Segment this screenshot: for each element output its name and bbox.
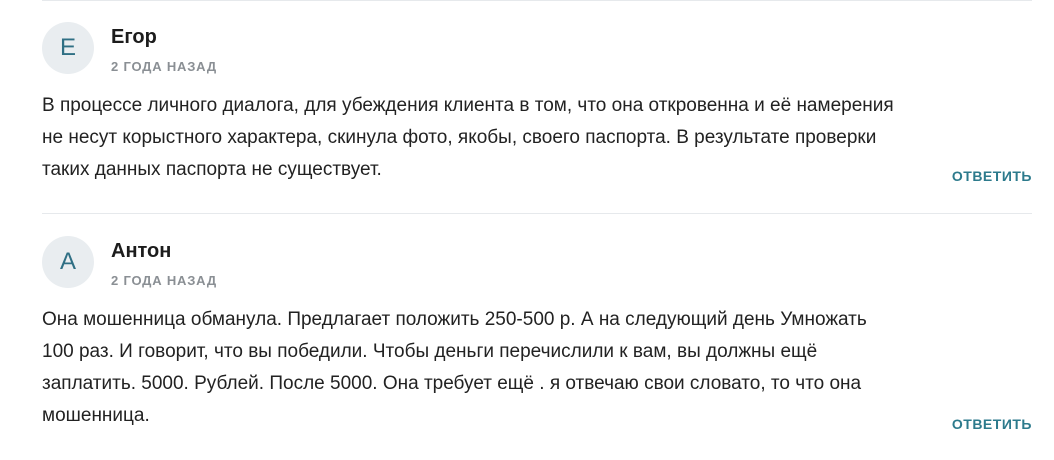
comment-author: Антон bbox=[111, 240, 172, 262]
avatar: Е bbox=[42, 22, 94, 74]
reply-button[interactable]: ОТВЕТИТЬ bbox=[952, 416, 1032, 432]
comment-author: Егор bbox=[111, 26, 157, 48]
avatar-letter: А bbox=[59, 248, 76, 275]
comment-divider bbox=[42, 213, 1032, 214]
reply-button[interactable]: ОТВЕТИТЬ bbox=[952, 168, 1032, 184]
top-divider bbox=[42, 0, 1032, 1]
avatar: А bbox=[42, 236, 94, 288]
comment-text: Она мошенница обманула. Предлагает полож… bbox=[42, 309, 867, 426]
avatar-letter: Е bbox=[59, 34, 76, 61]
comment-text: В процессе личного диалога, для убеждени… bbox=[42, 95, 894, 180]
comment-date: 2 ГОДА НАЗАД bbox=[111, 273, 217, 288]
comment-date: 2 ГОДА НАЗАД bbox=[111, 59, 217, 74]
